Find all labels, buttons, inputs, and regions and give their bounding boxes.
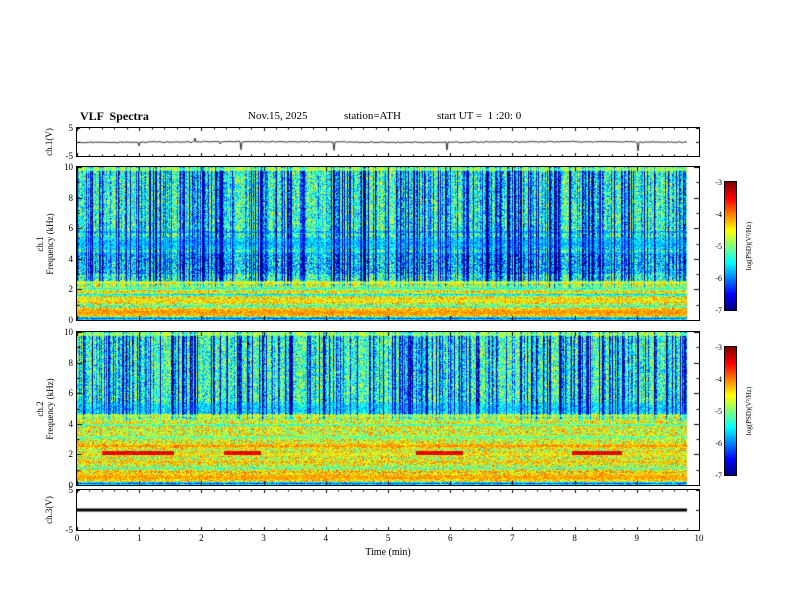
y-tick-label: 8 bbox=[68, 192, 74, 203]
y-tick-label: 5 bbox=[68, 123, 74, 133]
x-tick-label: 1 bbox=[136, 533, 142, 543]
y-tick-label: 4 bbox=[68, 418, 74, 429]
x-tick-label: 9 bbox=[634, 533, 640, 543]
colorbar-tick-label: -3 bbox=[715, 343, 722, 352]
ch3-voltage-panel: ch.3(V) 5 -5 0 1 2 3 4 5 6 7 8 9 10 bbox=[44, 485, 704, 543]
y-tick-label: 6 bbox=[68, 223, 74, 234]
x-tick-label: 7 bbox=[510, 533, 515, 543]
colorbar-tick-label: -5 bbox=[715, 407, 722, 416]
y-tick-label: 2 bbox=[68, 284, 74, 295]
header-station: station=ATH bbox=[344, 110, 401, 122]
colorbar-ch1-canvas bbox=[725, 182, 736, 310]
ch1-voltage-trace-canvas bbox=[77, 128, 699, 156]
vlf-spectra-figure: VLF Spectra Nov.15, 2025 station=ATH sta… bbox=[0, 0, 792, 612]
ch1-voltage-panel: ch.1(V) 5 -5 bbox=[44, 123, 700, 161]
ch1-frequency-axis-label: ch.1 Frequency (kHz) bbox=[35, 213, 55, 274]
ch2-spectrogram-canvas bbox=[77, 332, 699, 485]
y-tick-label: 2 bbox=[68, 449, 74, 460]
x-tick-label: 0 bbox=[74, 533, 80, 543]
ch1-axis-channel-label: ch.1 bbox=[35, 235, 45, 252]
y-tick-label: 10 bbox=[64, 327, 73, 337]
colorbar-tick-label: -6 bbox=[715, 439, 722, 448]
colorbar-ch2-label: log(PSD)(V²/Hz) bbox=[745, 386, 753, 436]
colorbar-tick-label: -4 bbox=[715, 210, 722, 219]
x-tick-label: 3 bbox=[261, 533, 266, 543]
colorbar-ch2-canvas bbox=[725, 347, 736, 475]
figure-title: VLF Spectra bbox=[80, 109, 149, 123]
ch2-spectrogram-panel: ch.2 Frequency (kHz) 0 2 4 6 8 10 bbox=[35, 327, 700, 490]
time-axis-label: Time (min) bbox=[365, 547, 411, 558]
ch2-axis-channel-label: ch.2 bbox=[35, 400, 45, 417]
y-tick-label: 0 bbox=[68, 315, 74, 325]
ch3-voltage-axis-label: ch.3(V) bbox=[44, 496, 54, 524]
colorbar-tick-label: -3 bbox=[715, 178, 722, 187]
ch1-axis-units-label: Frequency (kHz) bbox=[45, 212, 55, 275]
ch2-frequency-axis-label: ch.2 Frequency (kHz) bbox=[35, 378, 55, 439]
x-tick-label: 4 bbox=[323, 533, 329, 543]
colorbar-tick-label: -4 bbox=[715, 375, 722, 384]
header-date: Nov.15, 2025 bbox=[248, 110, 308, 122]
colorbar-tick-label: -7 bbox=[715, 306, 722, 315]
x-tick-label: 10 bbox=[694, 533, 704, 543]
x-tick-label: 5 bbox=[385, 533, 391, 543]
x-tick-label: 6 bbox=[447, 533, 453, 543]
colorbar-ch2: log(PSD)(V²/Hz) -3 -4 -5 -6 -7 bbox=[715, 343, 753, 480]
ch2-axis-units-label: Frequency (kHz) bbox=[45, 377, 55, 440]
colorbar-ch1: log(PSD)(V²/Hz) -3 -4 -5 -6 -7 bbox=[715, 178, 753, 315]
y-tick-label: 10 bbox=[64, 162, 73, 172]
y-tick-label: 6 bbox=[68, 388, 74, 399]
y-tick-label: 4 bbox=[68, 253, 74, 264]
y-tick-label: -5 bbox=[65, 151, 74, 161]
ch1-spectrogram-canvas bbox=[77, 167, 699, 320]
y-tick-label: 8 bbox=[68, 357, 74, 368]
ch3-voltage-trace-canvas bbox=[77, 490, 699, 530]
colorbar-tick-label: -6 bbox=[715, 274, 722, 283]
y-tick-label: 5 bbox=[68, 485, 74, 495]
x-tick-label: 8 bbox=[572, 533, 577, 543]
header-start-ut: start UT = 1 :20: 0 bbox=[437, 110, 522, 122]
colorbar-ch1-label: log(PSD)(V²/Hz) bbox=[745, 221, 753, 271]
x-tick-label: 2 bbox=[199, 533, 204, 543]
colorbar-tick-label: -7 bbox=[715, 471, 722, 480]
ch1-spectrogram-panel: ch.1 Frequency (kHz) 0 2 4 6 8 10 bbox=[35, 162, 700, 325]
colorbar-tick-label: -5 bbox=[715, 242, 722, 251]
